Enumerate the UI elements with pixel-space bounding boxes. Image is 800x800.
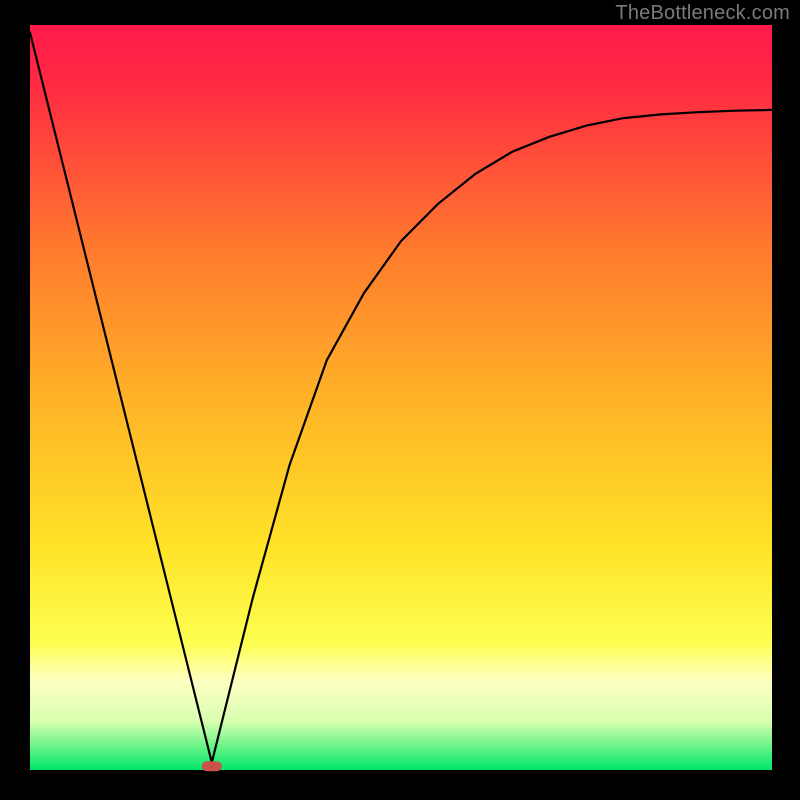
- chart-container: TheBottleneck.com: [0, 0, 800, 800]
- minimum-marker: [202, 761, 222, 771]
- plot-background: [30, 25, 772, 770]
- attribution-text: TheBottleneck.com: [615, 2, 790, 25]
- chart-svg: [0, 0, 800, 800]
